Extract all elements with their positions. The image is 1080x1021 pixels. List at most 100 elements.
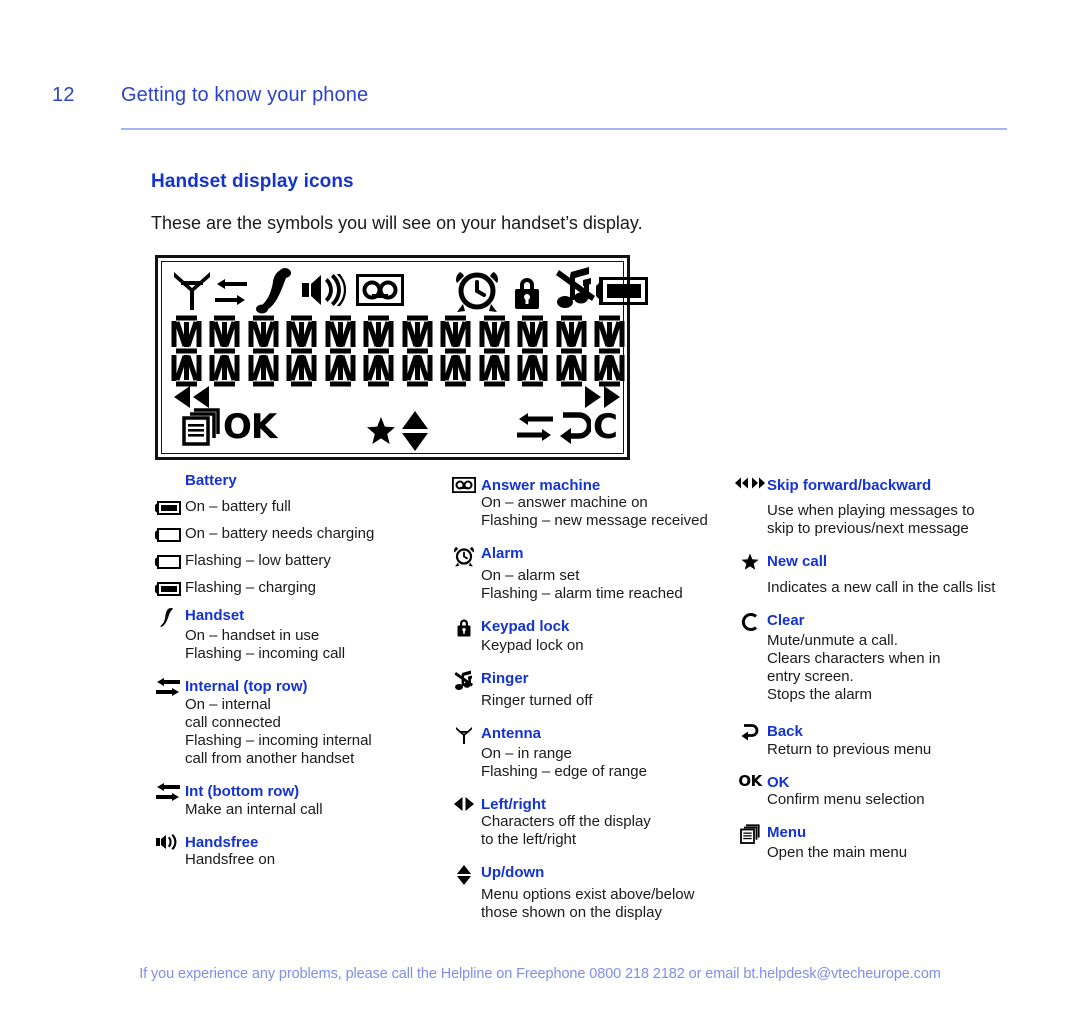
lcd-char-cell — [556, 315, 587, 387]
legend-row-text: Flashing – low battery — [185, 552, 331, 569]
legend-line: to the left/right — [481, 831, 577, 848]
legend-entry-new-call: New call Indicates a new call in the cal… — [733, 552, 1023, 597]
legend-entry-title: Keypad lock — [481, 618, 570, 635]
lcd-char-cell — [517, 315, 548, 387]
footer-helpline-text: If you experience any problems, please c… — [139, 966, 941, 982]
answer-machine-icon — [447, 476, 481, 493]
lcd-char-cell — [286, 315, 317, 387]
page-header: 12 Getting to know your phone — [0, 84, 1080, 130]
legend-line: skip to previous/next message — [767, 520, 969, 537]
skip-forward-backward-icon — [733, 476, 767, 489]
legend-entry-lines: Keypad lock on — [481, 637, 732, 655]
page-title: Getting to know your phone — [121, 84, 369, 106]
legend-line: those shown on the display — [481, 904, 662, 921]
legend-line: On – alarm set — [481, 567, 580, 584]
legend-entry-title: Back — [767, 723, 803, 740]
legend-row-battery-needs-charging: On – battery needs charging — [151, 525, 441, 543]
legend-entry-int-bottom-row: Int (bottom row) Make an internal call — [151, 782, 441, 819]
legend-entry-lines: On – internal call connected Flashing – … — [185, 696, 441, 768]
speaker-icon — [302, 274, 350, 306]
legend-row-charging: Flashing – charging — [151, 579, 441, 597]
legend-entry-title: Left/right — [481, 796, 546, 813]
legend-line: Handsfree on — [185, 851, 276, 868]
legend-entry-title: New call — [767, 553, 828, 570]
handset-icon — [151, 606, 185, 627]
legend-entry-title: Antenna — [481, 725, 541, 742]
legend-entry-internal-top-row: Internal (top row) On – internal call co… — [151, 677, 441, 768]
battery-full-icon — [151, 500, 185, 515]
legend-entry-handset: Handset On – handset in use Flashing – i… — [151, 606, 441, 663]
legend-group-title-battery: Battery — [185, 472, 237, 489]
legend-row-text: On – battery full — [185, 498, 291, 515]
legend-line: Confirm menu selection — [767, 791, 925, 808]
legend-entry-title: Ringer — [481, 670, 529, 687]
legend-entry-title: Handsfree — [185, 834, 259, 851]
legend-line: On – handset in use — [185, 627, 320, 644]
legend-entry-title: Handset — [185, 607, 245, 624]
legend-entry-clear: Clear Mute/unmute a call. Clears charact… — [733, 611, 1023, 704]
lcd-char-cell — [594, 315, 625, 387]
legend-entry-lines: Menu options exist above/below those sho… — [481, 886, 732, 922]
handsfree-icon — [151, 833, 185, 850]
antenna-icon — [447, 724, 481, 745]
legend-row-low-battery: Flashing – low battery — [151, 552, 441, 570]
legend-row-text: Flashing – charging — [185, 579, 316, 596]
legend-line: On – answer machine on — [481, 494, 648, 511]
legend-entry-lines: Confirm menu selection — [767, 791, 1023, 809]
legend-entry-title: Clear — [767, 612, 805, 629]
lcd-softkey-row: OK C — [166, 408, 628, 458]
legend-line: Keypad lock on — [481, 637, 584, 654]
internal-exchange-icon — [515, 412, 555, 442]
handset-lcd-illustration: OK C — [155, 255, 648, 460]
legend-entry-handsfree: Handsfree Handsfree on — [151, 833, 441, 869]
legend-entry-lines: On – alarm set Flashing – alarm time rea… — [481, 567, 732, 603]
legend-entry-title: Alarm — [481, 545, 524, 562]
star-icon — [733, 552, 767, 571]
section-intro-text: These are the symbols you will see on yo… — [151, 213, 643, 233]
legend-entry-title: Answer machine — [481, 477, 601, 494]
battery-icon — [596, 277, 648, 305]
skip-forward-icon — [582, 386, 622, 408]
legend-column-middle: Answer machine On – answer machine on Fl… — [447, 476, 732, 936]
back-icon — [557, 410, 592, 444]
lcd-inner-border: OK C — [161, 261, 648, 454]
legend-entry-title: Skip forward/backward — [767, 477, 932, 494]
legend-line: Open the main menu — [767, 844, 908, 861]
legend-entry-lines: On – handset in use Flashing – incoming … — [185, 627, 441, 663]
legend-line: Use when playing messages to — [767, 502, 975, 519]
menu-icon — [733, 823, 767, 844]
lcd-status-icon-row — [172, 266, 648, 314]
left-right-icon — [447, 795, 481, 812]
legend-column-right: Skip forward/backward Use when playing m… — [733, 476, 1023, 876]
lcd-char-cell — [248, 315, 279, 387]
legend-line: Menu options exist above/below — [481, 886, 695, 903]
skip-backward-icon — [172, 386, 212, 408]
legend-line: call connected — [185, 714, 281, 731]
legend-entry-lines: On – answer machine on Flashing – new me… — [481, 494, 732, 530]
handset-icon — [254, 266, 298, 314]
legend-line: Flashing – incoming call — [185, 645, 346, 662]
clear-icon — [733, 611, 767, 632]
internal-exchange-icon — [151, 782, 185, 801]
battery-empty-icon — [151, 527, 185, 542]
legend-entry-lines: Handsfree on — [185, 851, 441, 869]
legend-entry-title: OK — [767, 774, 790, 791]
legend-entry-antenna: Antenna On – in range Flashing – edge of… — [447, 724, 732, 781]
legend-line: Flashing – incoming internal — [185, 732, 372, 749]
ringer-off-icon — [553, 266, 597, 314]
internal-exchange-icon — [151, 677, 185, 696]
legend-line: entry screen. — [767, 668, 854, 685]
legend-entry-ok: OK OK Confirm menu selection — [733, 773, 1023, 809]
lcd-character-cells — [170, 314, 626, 390]
header-divider — [121, 128, 1007, 130]
legend-line: Characters off the display — [481, 813, 651, 830]
legend-entry-lines: Mute/unmute a call. Clears characters wh… — [767, 632, 1023, 704]
up-down-icon — [447, 863, 481, 886]
legend-row-text: On – battery needs charging — [185, 525, 375, 542]
legend-entry-title: Menu — [767, 824, 807, 841]
legend-line: On – internal — [185, 696, 271, 713]
legend-entry-left-right: Left/right Characters off the display to… — [447, 795, 732, 849]
lcd-char-cell — [440, 315, 471, 387]
lcd-char-cell — [171, 315, 202, 387]
legend-entry-lines: Indicates a new call in the calls list — [767, 579, 1023, 597]
